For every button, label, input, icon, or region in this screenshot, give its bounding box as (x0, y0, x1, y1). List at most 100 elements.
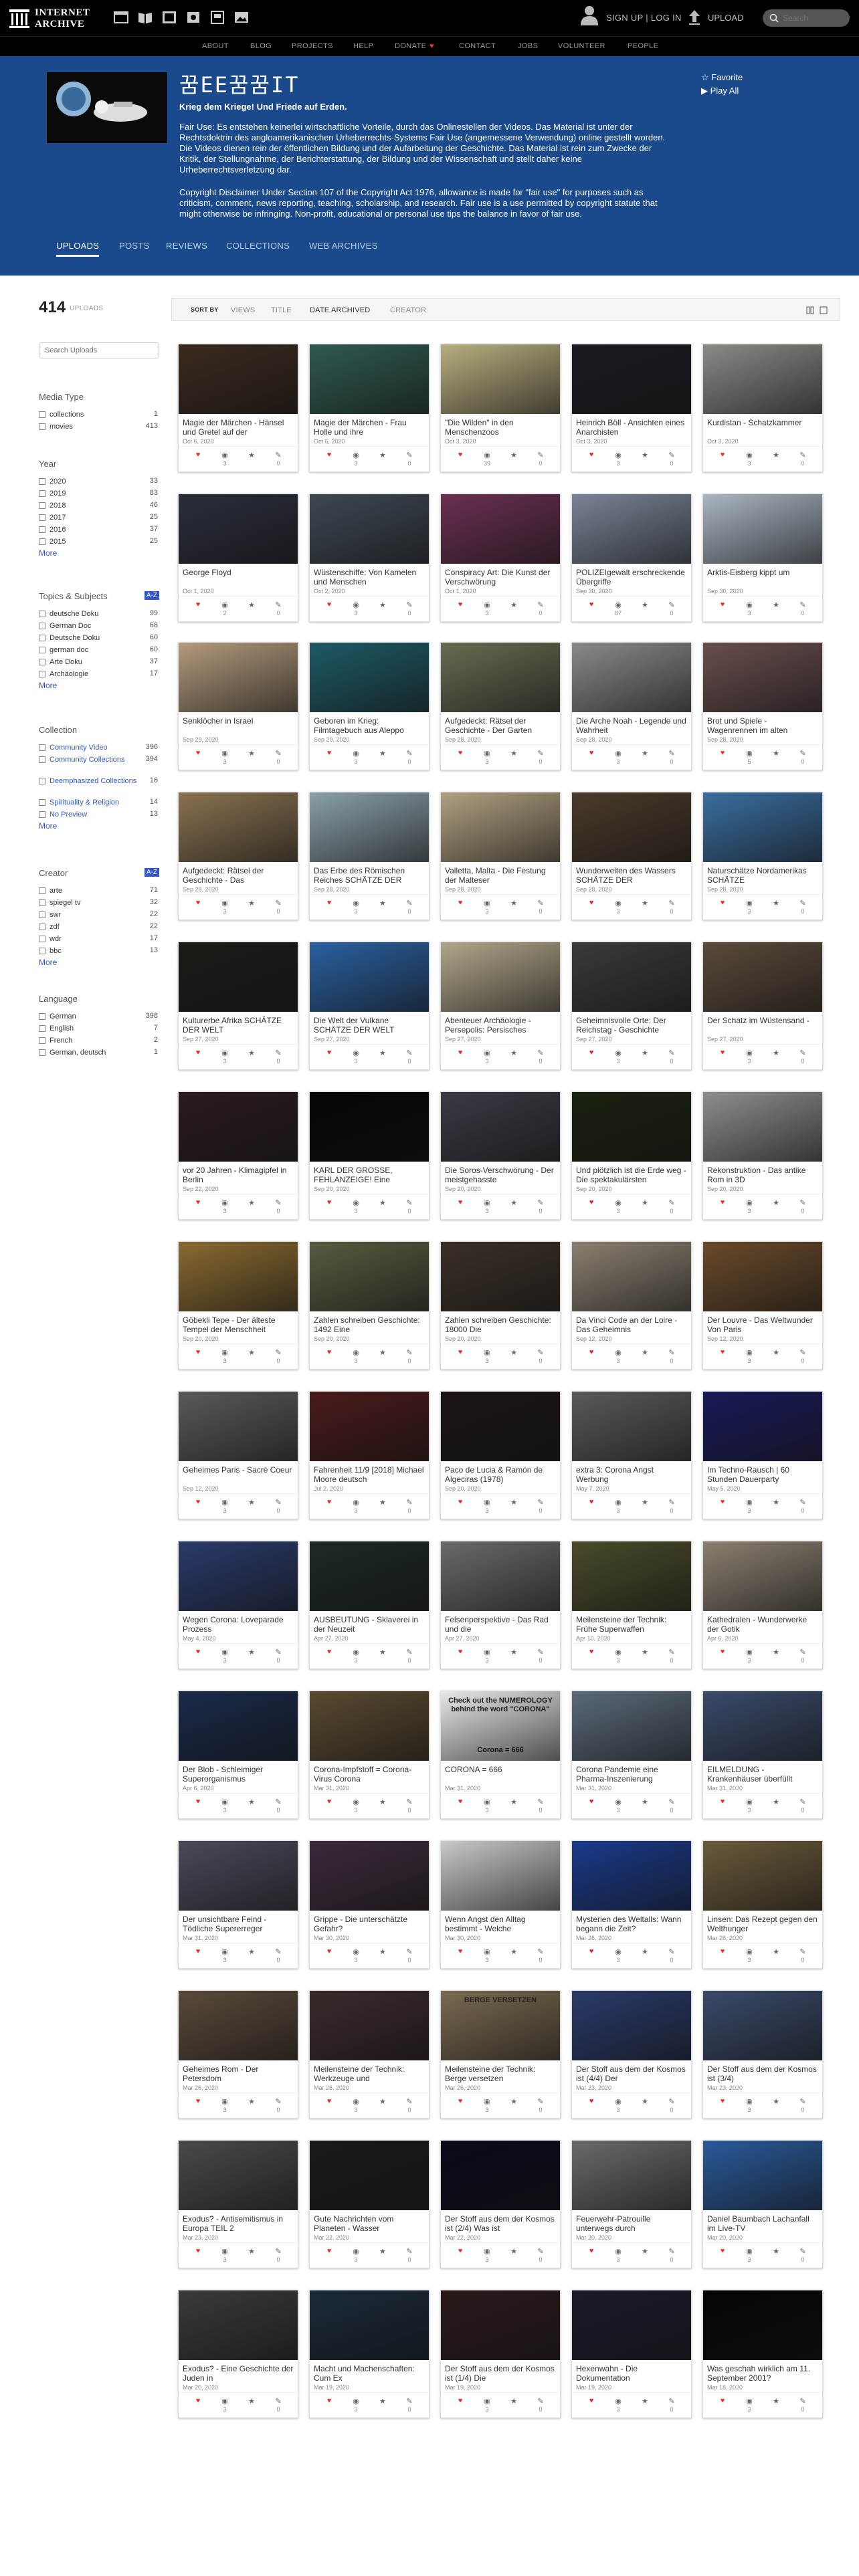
sort-views-button[interactable]: VIEWS (231, 306, 255, 314)
video-thumbnail[interactable] (572, 643, 691, 712)
video-thumbnail[interactable] (703, 1092, 822, 1162)
facet-checkbox[interactable] (39, 924, 45, 930)
facet-row[interactable]: spiegel tv 32 (39, 897, 159, 909)
result-card[interactable]: Der Stoff aus dem der Kosmos ist (3/4) Ma… (702, 1990, 823, 2119)
result-card[interactable]: Feuerwehr-Patrouille unterwegs durch Mar … (571, 2140, 692, 2268)
facet-row[interactable]: arte 71 (39, 885, 159, 897)
result-card[interactable]: Wüstenschiffe: Von Kamelen und Menschen O… (309, 494, 430, 622)
signup-login-link[interactable]: SIGN UP | LOG IN (606, 13, 682, 23)
video-thumbnail[interactable] (179, 1092, 298, 1162)
item-title[interactable]: Wenn Angst den Alltag bestimmt - Welche (445, 1915, 556, 1933)
facet-checkbox[interactable] (39, 799, 45, 806)
item-title[interactable]: Hexenwahn - Die Dokumentation (576, 2364, 687, 2383)
result-card[interactable]: Zahlen schreiben Geschichte: 1492 Eine Se… (309, 1241, 430, 1370)
video-thumbnail[interactable] (572, 942, 691, 1012)
result-card[interactable]: Rekonstruktion - Das antike Rom in 3D Sep… (702, 1091, 823, 1220)
result-card[interactable]: Der Stoff aus dem der Kosmos ist (1/4) D… (440, 2290, 561, 2418)
video-icon[interactable] (161, 9, 178, 26)
item-title[interactable]: Wunderwelten des Wassers SCHÄTZE DER (576, 866, 687, 885)
facet-row[interactable]: Arte Doku 37 (39, 657, 159, 669)
video-thumbnail[interactable] (310, 1242, 429, 1311)
facet-row[interactable]: No Preview 13 (39, 809, 159, 821)
facet-row[interactable]: swr 22 (39, 909, 159, 922)
video-thumbnail[interactable] (310, 2290, 429, 2360)
result-card[interactable]: KARL DER GROSSE, FEHLANZEIGE! Eine Sep 20… (309, 1091, 430, 1220)
video-thumbnail[interactable] (703, 1991, 822, 2060)
facet-more-link[interactable]: More (39, 548, 159, 560)
item-title[interactable]: Kulturerbe Afrika SCHÄTZE DER WELT (183, 1016, 294, 1035)
facet-checkbox[interactable] (39, 671, 45, 677)
video-thumbnail[interactable] (179, 2141, 298, 2210)
video-thumbnail[interactable] (703, 494, 822, 564)
facet-checkbox[interactable] (39, 1025, 45, 1032)
video-thumbnail[interactable] (572, 2141, 691, 2210)
facet-checkbox[interactable] (39, 478, 45, 485)
video-thumbnail[interactable] (441, 792, 560, 862)
video-thumbnail[interactable] (310, 1541, 429, 1611)
play-all-button[interactable]: ▶ Play All (701, 86, 739, 96)
result-card[interactable]: Grippe - Die unterschätzte Gefahr? Mar 30… (309, 1840, 430, 1969)
item-title[interactable]: Aufgedeckt: Rätsel der Geschichte - Der … (445, 716, 556, 735)
sort-date-archived-button[interactable]: DATE ARCHIVED (310, 306, 370, 314)
video-thumbnail[interactable] (179, 1541, 298, 1611)
video-thumbnail[interactable] (441, 1841, 560, 1911)
facet-row[interactable]: German, deutsch 1 (39, 1047, 159, 1059)
item-title[interactable]: Zahlen schreiben Geschichte: 1492 Eine (314, 1315, 425, 1334)
result-card[interactable]: Aufgedeckt: Rätsel der Geschichte - Der … (440, 642, 561, 770)
video-thumbnail[interactable] (572, 2290, 691, 2360)
result-card[interactable]: Magie der Märchen - Hänsel und Gretel au… (178, 344, 298, 472)
result-card[interactable]: Kurdistan - Schatzkammer Oct 3, 2020 ♥ ◉ 3 ★ ✎… (702, 344, 823, 472)
item-title[interactable]: Grippe - Die unterschätzte Gefahr? (314, 1915, 425, 1933)
video-thumbnail[interactable] (310, 1991, 429, 2060)
item-title[interactable]: Daniel Baumbach Lachanfall im Live-TV (707, 2214, 818, 2233)
video-thumbnail[interactable] (703, 344, 822, 414)
facet-checkbox[interactable] (39, 611, 45, 617)
result-card[interactable]: Wegen Corona: Loveparade Prozess May 4, 2… (178, 1541, 298, 1669)
item-title[interactable]: Corona-Impfstoff = Corona-Virus Corona (314, 1765, 425, 1784)
item-title[interactable]: Die Welt der Vulkane SCHÄTZE DER WELT (314, 1016, 425, 1035)
facet-row[interactable]: 2017 25 (39, 512, 159, 524)
video-thumbnail[interactable] (441, 643, 560, 712)
facet-checkbox[interactable] (39, 411, 45, 418)
result-card[interactable]: Und plötzlich ist die Erde weg - Die spe… (571, 1091, 692, 1220)
facet-row[interactable]: movies 413 (39, 421, 159, 433)
search-uploads-input[interactable] (39, 342, 159, 358)
facet-row[interactable]: 2019 83 (39, 488, 159, 500)
result-card[interactable]: Geheimes Paris - Sacré Coeur Sep 12, 2020… (178, 1391, 298, 1519)
item-title[interactable]: Valletta, Malta - Die Festung der Maltes… (445, 866, 556, 885)
item-title[interactable]: Kathedralen - Wunderwerke der Gotik (707, 1615, 818, 1634)
video-thumbnail[interactable] (179, 344, 298, 414)
result-card[interactable]: Brot und Spiele - Wagenrennen im alten Se… (702, 642, 823, 770)
result-card[interactable]: Naturschätze Nordamerikas SCHÄTZE Sep 28,… (702, 792, 823, 920)
nav-donate[interactable]: DONATE (395, 42, 426, 50)
video-thumbnail[interactable] (572, 1841, 691, 1911)
item-title[interactable]: Im Techno-Rausch | 60 Stunden Dauerparty (707, 1465, 818, 1484)
video-thumbnail[interactable] (572, 1392, 691, 1461)
facet-checkbox[interactable] (39, 502, 45, 509)
video-thumbnail[interactable] (572, 1991, 691, 2060)
sort-creator-button[interactable]: CREATOR (390, 306, 426, 314)
item-title[interactable]: Meilensteine der Technik: Frühe Superwaf… (576, 1615, 687, 1634)
result-card[interactable]: Magie der Märchen - Frau Holle und ihre O… (309, 344, 430, 472)
item-title[interactable]: Meilensteine der Technik: Werkzeuge und (314, 2064, 425, 2083)
item-title[interactable]: AUSBEUTUNG - Sklaverei in der Neuzeit (314, 1615, 425, 1634)
video-thumbnail[interactable] (703, 1392, 822, 1461)
favorite-button[interactable]: ☆ Favorite (701, 72, 743, 83)
facet-checkbox[interactable] (39, 811, 45, 818)
facet-checkbox[interactable] (39, 936, 45, 942)
facet-label[interactable]: Spirituality & Religion (50, 798, 142, 807)
facet-checkbox[interactable] (39, 623, 45, 629)
video-thumbnail[interactable] (703, 1841, 822, 1911)
video-thumbnail[interactable] (572, 1092, 691, 1162)
result-card[interactable]: Aufgedeckt: Rätsel der Geschichte - Das S… (178, 792, 298, 920)
facet-label[interactable]: Community Video (50, 743, 142, 752)
video-thumbnail[interactable] (572, 344, 691, 414)
list-view-icon[interactable] (820, 306, 828, 314)
result-card[interactable]: Geboren im Krieg: Filmtagebuch aus Alepp… (309, 642, 430, 770)
item-title[interactable]: Der Stoff aus dem der Kosmos ist (1/4) D… (445, 2364, 556, 2383)
result-card[interactable]: Wenn Angst den Alltag bestimmt - Welche M… (440, 1840, 561, 1969)
item-title[interactable]: Und plötzlich ist die Erde weg - Die spe… (576, 1166, 687, 1184)
video-thumbnail[interactable] (179, 1691, 298, 1761)
video-thumbnail[interactable] (703, 1541, 822, 1611)
video-thumbnail[interactable] (441, 2290, 560, 2360)
